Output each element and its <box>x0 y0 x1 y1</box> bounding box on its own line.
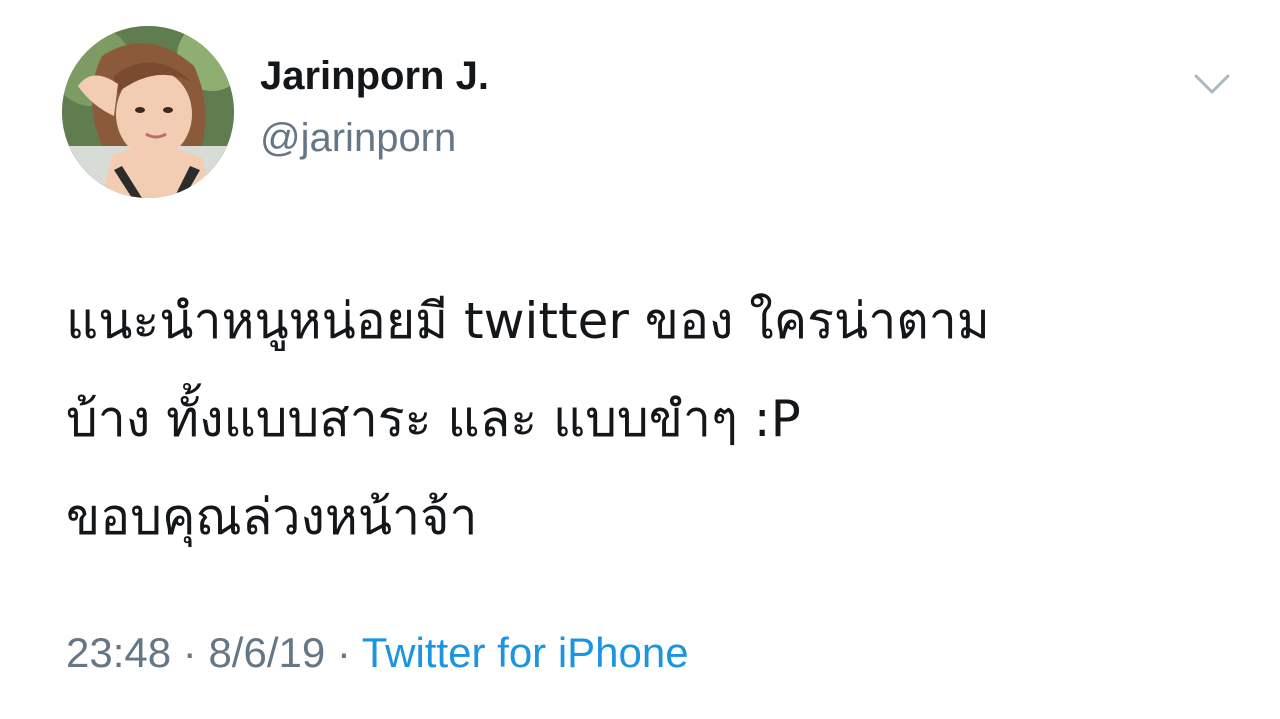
chevron-down-icon[interactable] <box>1190 66 1234 102</box>
tweet-text: แนะนำหนูหน่อยมี twitter ของ ใครน่าตาม บ้… <box>66 272 1246 566</box>
user-handle[interactable]: @jarinporn <box>260 118 456 158</box>
tweet-card: Jarinporn J. @jarinporn แนะนำหนูหน่อยมี … <box>0 0 1280 719</box>
avatar[interactable] <box>62 26 234 198</box>
tweet-text-line: บ้าง ทั้งแบบสาระ และ แบบขำๆ :P <box>66 390 801 448</box>
tweet-text-line: ขอบคุณล่วงหน้าจ้า <box>66 488 478 546</box>
tweet-date[interactable]: 8/6/19 <box>208 629 325 676</box>
tweet-meta: 23:48 · 8/6/19 · Twitter for iPhone <box>66 632 689 674</box>
tweet-time[interactable]: 23:48 <box>66 629 171 676</box>
tweet-text-line: แนะนำหนูหน่อยมี twitter ของ ใครน่าตาม <box>66 292 990 350</box>
display-name[interactable]: Jarinporn J. <box>260 56 489 96</box>
meta-separator: · <box>325 629 362 676</box>
avatar-image <box>62 26 234 198</box>
tweet-source-link[interactable]: Twitter for iPhone <box>362 629 689 676</box>
meta-separator: · <box>171 629 209 676</box>
